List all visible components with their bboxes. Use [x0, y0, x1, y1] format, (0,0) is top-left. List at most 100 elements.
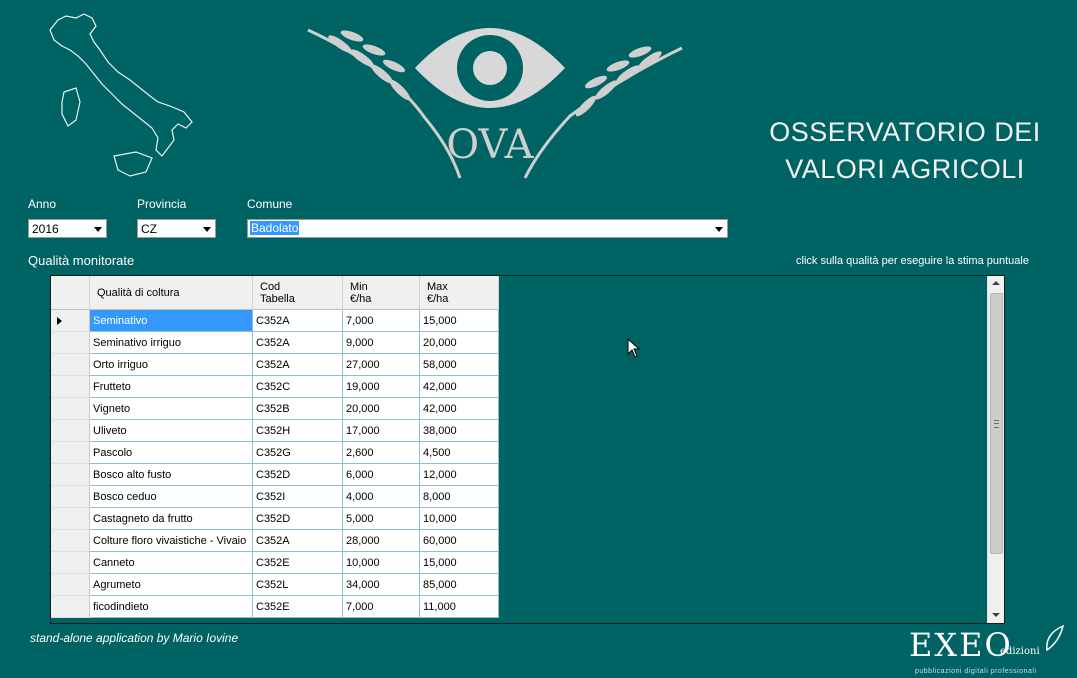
row-header[interactable]: [51, 507, 90, 530]
provincia-dropdown[interactable]: CZ: [137, 219, 216, 238]
cell-qualita[interactable]: Vigneto: [89, 397, 253, 420]
header-cod[interactable]: Cod Tabella: [252, 276, 343, 310]
row-header[interactable]: [51, 419, 90, 442]
cell-min[interactable]: 7,000: [342, 309, 420, 332]
table-row[interactable]: Bosco ceduo C352I 4,000 8,000: [51, 485, 499, 508]
cell-cod[interactable]: C352C: [252, 375, 343, 398]
scroll-down-icon[interactable]: [988, 607, 1004, 623]
cell-cod[interactable]: C352A: [252, 309, 343, 332]
scroll-up-icon[interactable]: [988, 276, 1004, 292]
cell-cod[interactable]: C352E: [252, 595, 343, 618]
cell-min[interactable]: 5,000: [342, 507, 420, 530]
cell-cod[interactable]: C352G: [252, 441, 343, 464]
header-max[interactable]: Max €/ha: [419, 276, 499, 310]
cell-qualita[interactable]: Seminativo: [89, 309, 253, 332]
exeo-logo: EXEO edizioni pubblicazioni digitali pro…: [905, 622, 1070, 678]
row-header[interactable]: [51, 573, 90, 596]
cell-cod[interactable]: C352D: [252, 463, 343, 486]
cell-cod[interactable]: C352H: [252, 419, 343, 442]
cell-qualita[interactable]: Castagneto da frutto: [89, 507, 253, 530]
cell-max[interactable]: 60,000: [419, 529, 499, 552]
cell-min[interactable]: 6,000: [342, 463, 420, 486]
cell-min[interactable]: 20,000: [342, 397, 420, 420]
row-header[interactable]: [51, 441, 90, 464]
comune-dropdown[interactable]: Badolato: [247, 219, 728, 238]
cell-cod[interactable]: C352D: [252, 507, 343, 530]
cell-min[interactable]: 4,000: [342, 485, 420, 508]
row-header[interactable]: [51, 309, 90, 332]
cell-cod[interactable]: C352A: [252, 353, 343, 376]
cell-qualita[interactable]: Agrumeto: [89, 573, 253, 596]
app-title-line2: VALORI AGRICOLI: [785, 154, 1025, 184]
cell-max[interactable]: 11,000: [419, 595, 499, 618]
cell-max[interactable]: 85,000: [419, 573, 499, 596]
cell-qualita[interactable]: ficodindieto: [89, 595, 253, 618]
row-header[interactable]: [51, 595, 90, 618]
cell-cod[interactable]: C352B: [252, 397, 343, 420]
cell-max[interactable]: 58,000: [419, 353, 499, 376]
row-header[interactable]: [51, 353, 90, 376]
scrollbar-thumb[interactable]: [990, 293, 1003, 554]
table-row[interactable]: Bosco alto fusto C352D 6,000 12,000: [51, 463, 499, 486]
cell-qualita[interactable]: Pascolo: [89, 441, 253, 464]
cell-max[interactable]: 20,000: [419, 331, 499, 354]
table-row[interactable]: Orto irriguo C352A 27,000 58,000: [51, 353, 499, 376]
anno-dropdown[interactable]: 2016: [28, 219, 107, 238]
cell-max[interactable]: 12,000: [419, 463, 499, 486]
row-header[interactable]: [51, 397, 90, 420]
quality-grid[interactable]: Qualità di coltura Cod Tabella Min €/ha Ma…: [50, 275, 1005, 624]
cell-qualita[interactable]: Colture floro vivaistiche - Vivaio: [89, 529, 253, 552]
row-header[interactable]: [51, 551, 90, 574]
cell-max[interactable]: 4,500: [419, 441, 499, 464]
cell-min[interactable]: 17,000: [342, 419, 420, 442]
cell-qualita[interactable]: Seminativo irriguo: [89, 331, 253, 354]
row-header[interactable]: [51, 529, 90, 552]
section-label: Qualità monitorate: [28, 253, 135, 268]
cell-min[interactable]: 34,000: [342, 573, 420, 596]
table-row[interactable]: Seminativo C352A 7,000 15,000: [51, 309, 499, 332]
cell-cod[interactable]: C352A: [252, 529, 343, 552]
vertical-scrollbar[interactable]: [987, 276, 1004, 623]
table-row[interactable]: Uliveto C352H 17,000 38,000: [51, 419, 499, 442]
cell-min[interactable]: 19,000: [342, 375, 420, 398]
header-min[interactable]: Min €/ha: [342, 276, 420, 310]
cell-min[interactable]: 10,000: [342, 551, 420, 574]
cell-max[interactable]: 38,000: [419, 419, 499, 442]
cell-cod[interactable]: C352L: [252, 573, 343, 596]
cell-qualita[interactable]: Orto irriguo: [89, 353, 253, 376]
cell-cod[interactable]: C352I: [252, 485, 343, 508]
cell-qualita[interactable]: Uliveto: [89, 419, 253, 442]
cell-max[interactable]: 15,000: [419, 309, 499, 332]
row-header[interactable]: [51, 331, 90, 354]
row-header[interactable]: [51, 375, 90, 398]
cell-max[interactable]: 15,000: [419, 551, 499, 574]
table-row[interactable]: Vigneto C352B 20,000 42,000: [51, 397, 499, 420]
cell-qualita[interactable]: Frutteto: [89, 375, 253, 398]
table-row[interactable]: ficodindieto C352E 7,000 11,000: [51, 595, 499, 618]
comune-label: Comune: [247, 197, 293, 211]
cell-min[interactable]: 27,000: [342, 353, 420, 376]
cell-max[interactable]: 10,000: [419, 507, 499, 530]
table-row[interactable]: Pascolo C352G 2,600 4,500: [51, 441, 499, 464]
cell-max[interactable]: 8,000: [419, 485, 499, 508]
cell-min[interactable]: 7,000: [342, 595, 420, 618]
cell-min[interactable]: 2,600: [342, 441, 420, 464]
table-row[interactable]: Canneto C352E 10,000 15,000: [51, 551, 499, 574]
cell-max[interactable]: 42,000: [419, 375, 499, 398]
row-header[interactable]: [51, 463, 90, 486]
table-row[interactable]: Frutteto C352C 19,000 42,000: [51, 375, 499, 398]
cell-cod[interactable]: C352E: [252, 551, 343, 574]
table-row[interactable]: Castagneto da frutto C352D 5,000 10,000: [51, 507, 499, 530]
cell-qualita[interactable]: Canneto: [89, 551, 253, 574]
table-row[interactable]: Seminativo irriguo C352A 9,000 20,000: [51, 331, 499, 354]
row-header[interactable]: [51, 485, 90, 508]
header-qualita[interactable]: Qualità di coltura: [89, 276, 253, 310]
cell-min[interactable]: 28,000: [342, 529, 420, 552]
cell-max[interactable]: 42,000: [419, 397, 499, 420]
table-row[interactable]: Agrumeto C352L 34,000 85,000: [51, 573, 499, 596]
cell-qualita[interactable]: Bosco ceduo: [89, 485, 253, 508]
cell-min[interactable]: 9,000: [342, 331, 420, 354]
table-row[interactable]: Colture floro vivaistiche - Vivaio C352A 2…: [51, 529, 499, 552]
cell-qualita[interactable]: Bosco alto fusto: [89, 463, 253, 486]
cell-cod[interactable]: C352A: [252, 331, 343, 354]
